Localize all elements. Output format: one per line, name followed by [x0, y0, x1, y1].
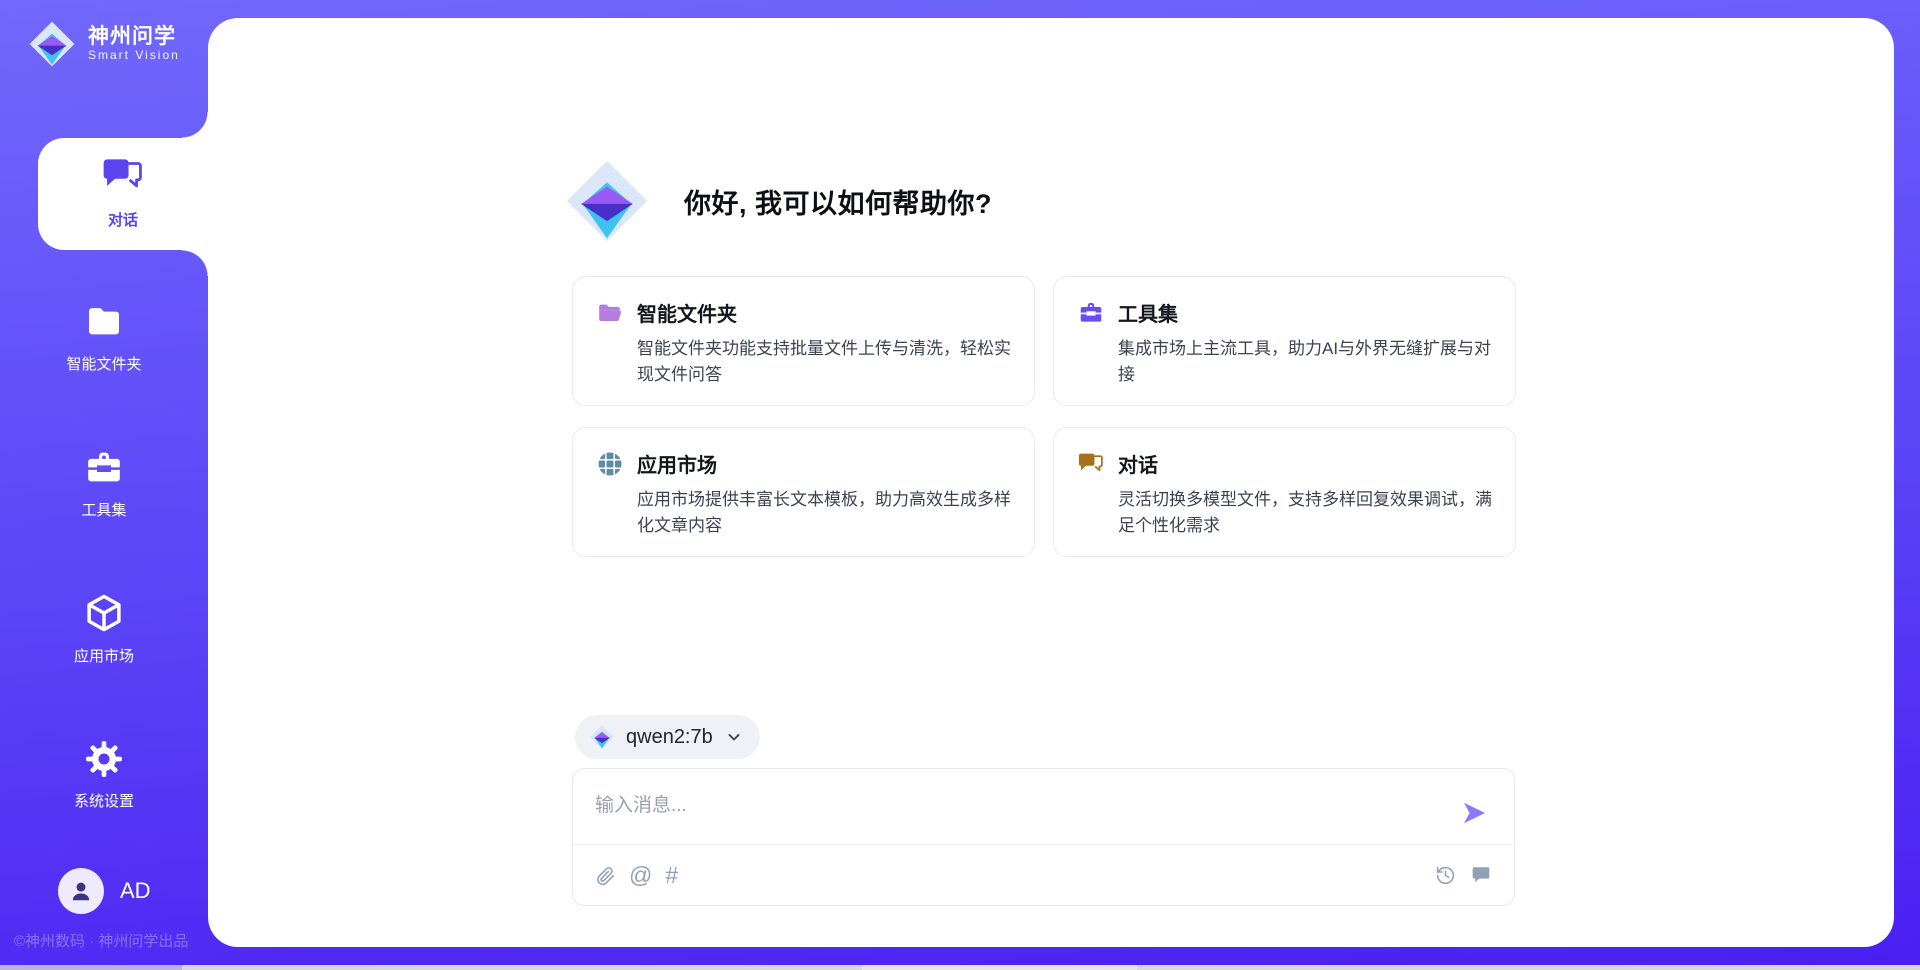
card-title: 应用市场 [637, 449, 717, 478]
user-initials: AD [120, 878, 151, 904]
sidebar-item-label: 对话 [108, 209, 138, 230]
model-selector[interactable]: qwen2:7b [575, 715, 760, 759]
chat-icon [102, 158, 144, 199]
sidebar-item-label: 工具集 [81, 499, 126, 520]
person-icon [68, 878, 94, 904]
brand-name: 神州问学 [88, 25, 180, 49]
avatar [58, 868, 104, 914]
brand-subtitle: Smart Vision [88, 49, 180, 63]
chat-icon [1078, 451, 1104, 477]
card-chat[interactable]: 对话 灵活切换多模型文件，支持多样回复效果调试，满足个性化需求 [1053, 427, 1516, 557]
history-icon [1435, 865, 1456, 886]
card-description: 集成市场上主流工具，助力AI与外界无缝扩展与对接 [1118, 336, 1493, 387]
brand: 神州问学 Smart Vision [28, 20, 180, 68]
hash-icon: # [665, 864, 678, 887]
cube-icon [83, 592, 125, 634]
brand-logo-gem-icon [28, 20, 76, 68]
app-grid-icon [597, 451, 623, 477]
chat-bubble-icon [1470, 864, 1492, 886]
at-icon: @ [629, 864, 652, 887]
scrollbar-thumb[interactable] [862, 965, 1137, 970]
folder-icon [84, 302, 124, 342]
send-button[interactable] [1460, 799, 1488, 827]
horizontal-scrollbar[interactable] [0, 965, 1920, 970]
app-root: 神州问学 Smart Vision 对话 智能文件夹 [0, 0, 1920, 970]
paperclip-icon [595, 865, 616, 886]
greeting-gem-icon [564, 158, 650, 244]
main-panel: 你好, 我可以如何帮助你? 智能文件夹 智能文件夹功能支持批量文件上传与清洗，轻… [208, 18, 1894, 947]
user-profile[interactable]: AD [58, 868, 151, 914]
card-description: 灵活切换多模型文件，支持多样回复效果调试，满足个性化需求 [1118, 487, 1493, 538]
sidebar-item-toolset[interactable]: 工具集 [0, 428, 208, 540]
toolbox-icon [1078, 300, 1104, 326]
message-input[interactable] [595, 783, 1435, 829]
model-name: qwen2:7b [626, 726, 713, 749]
card-description: 应用市场提供丰富长文本模板，助力高效生成多样化文章内容 [637, 487, 1012, 538]
gear-icon [84, 739, 124, 779]
card-app-market[interactable]: 应用市场 应用市场提供丰富长文本模板，助力高效生成多样化文章内容 [572, 427, 1035, 557]
composer: @ # [572, 768, 1515, 906]
sidebar-item-smart-folder[interactable]: 智能文件夹 [0, 282, 208, 394]
card-title: 智能文件夹 [637, 298, 737, 327]
sidebar-item-chat[interactable]: 对话 [38, 138, 208, 250]
card-title: 对话 [1118, 449, 1158, 478]
send-icon [1460, 799, 1488, 827]
feature-cards: 智能文件夹 智能文件夹功能支持批量文件上传与清洗，轻松实现文件问答 工具集 集 [572, 276, 1516, 557]
topic-button[interactable]: # [665, 864, 678, 887]
card-smart-folder[interactable]: 智能文件夹 智能文件夹功能支持批量文件上传与清洗，轻松实现文件问答 [572, 276, 1035, 406]
card-toolset[interactable]: 工具集 集成市场上主流工具，助力AI与外界无缝扩展与对接 [1053, 276, 1516, 406]
composer-toolbar: @ # [573, 845, 1514, 905]
attach-file-button[interactable] [595, 865, 616, 886]
card-title: 工具集 [1118, 298, 1178, 327]
sidebar-item-label: 智能文件夹 [66, 353, 141, 374]
toolbox-icon [84, 448, 124, 488]
sidebar-item-label: 应用市场 [74, 645, 134, 666]
scrollbar-tint [0, 965, 182, 970]
chevron-down-icon [724, 727, 744, 747]
greeting-block: 你好, 我可以如何帮助你? [564, 158, 992, 244]
folder-open-icon [597, 300, 623, 326]
sidebar-item-label: 系统设置 [74, 790, 134, 811]
sidebar-item-app-market[interactable]: 应用市场 [0, 573, 208, 685]
sidebar-item-settings[interactable]: 系统设置 [0, 719, 208, 831]
copyright-text: ©神州数码 · 神州问学出品 [14, 930, 188, 951]
greeting-text: 你好, 我可以如何帮助你? [684, 182, 992, 221]
card-description: 智能文件夹功能支持批量文件上传与清洗，轻松实现文件问答 [637, 336, 1012, 387]
history-button[interactable] [1435, 865, 1456, 886]
feedback-button[interactable] [1470, 864, 1492, 886]
model-gem-icon [589, 724, 615, 750]
mention-button[interactable]: @ [629, 864, 652, 887]
